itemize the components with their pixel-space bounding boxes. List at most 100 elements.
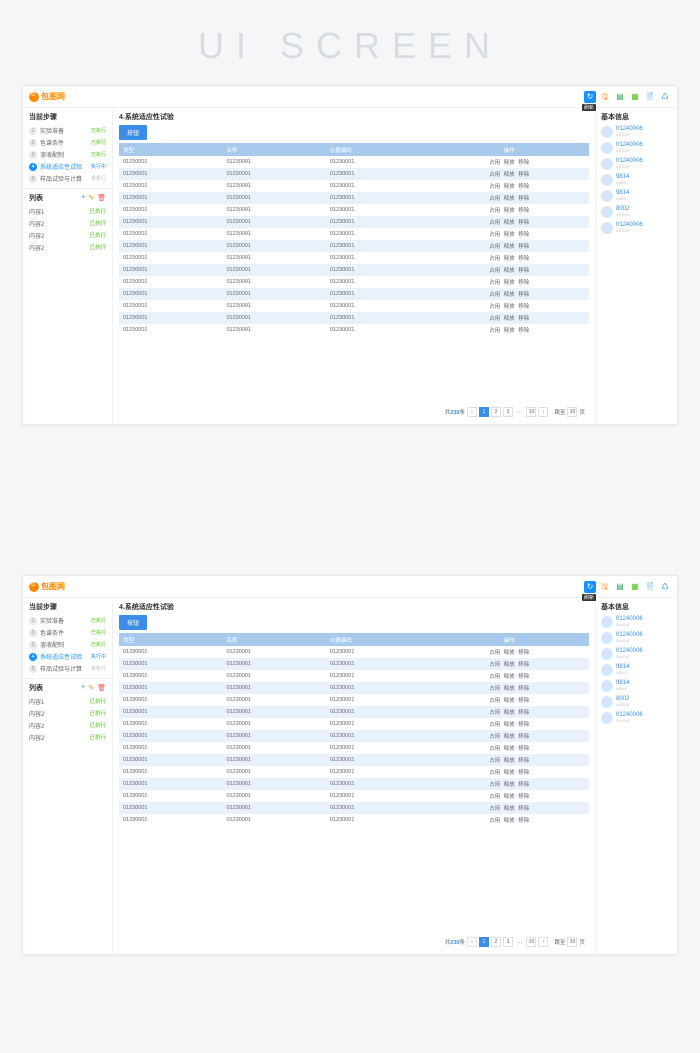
op-remove[interactable]: 移除: [518, 746, 529, 752]
op-release[interactable]: 释放: [504, 686, 515, 692]
op-remove[interactable]: 移除: [518, 782, 529, 788]
op-occupy[interactable]: 占用: [489, 770, 500, 776]
op-remove[interactable]: 移除: [518, 806, 529, 812]
op-remove[interactable]: 移除: [518, 328, 529, 334]
op-occupy[interactable]: 占用: [489, 160, 500, 166]
op-release[interactable]: 释放: [504, 758, 515, 764]
op-remove[interactable]: 移除: [518, 292, 529, 298]
op-remove[interactable]: 移除: [518, 662, 529, 668]
op-remove[interactable]: 移除: [518, 280, 529, 286]
doc-button[interactable]: ▦: [629, 91, 641, 103]
op-release[interactable]: 释放: [504, 328, 515, 334]
op-release[interactable]: 释放: [504, 782, 515, 788]
op-remove[interactable]: 移除: [518, 698, 529, 704]
primary-button[interactable]: 按钮: [119, 615, 147, 630]
op-occupy[interactable]: 占用: [489, 196, 500, 202]
op-occupy[interactable]: 占用: [489, 280, 500, 286]
op-occupy[interactable]: 占用: [489, 232, 500, 238]
step-item[interactable]: 1 实验准备 已执行: [29, 125, 106, 136]
op-occupy[interactable]: 占用: [489, 292, 500, 298]
doc-button[interactable]: ▦: [629, 581, 641, 593]
edit-icon[interactable]: ✎: [88, 194, 94, 202]
info-item[interactable]: 01240006 XXXXX: [601, 648, 672, 660]
op-occupy[interactable]: 占用: [489, 220, 500, 226]
op-release[interactable]: 释放: [504, 770, 515, 776]
op-remove[interactable]: 移除: [518, 316, 529, 322]
op-occupy[interactable]: 占用: [489, 686, 500, 692]
op-remove[interactable]: 移除: [518, 818, 529, 824]
op-occupy[interactable]: 占用: [489, 304, 500, 310]
op-occupy[interactable]: 占用: [489, 268, 500, 274]
op-remove[interactable]: 移除: [518, 710, 529, 716]
op-occupy[interactable]: 占用: [489, 734, 500, 740]
info-item[interactable]: 8002 XXXXX: [601, 696, 672, 708]
page-prev[interactable]: ‹: [467, 407, 477, 417]
op-remove[interactable]: 移除: [518, 650, 529, 656]
op-remove[interactable]: 移除: [518, 232, 529, 238]
op-release[interactable]: 释放: [504, 160, 515, 166]
op-occupy[interactable]: 占用: [489, 208, 500, 214]
op-release[interactable]: 释放: [504, 196, 515, 202]
op-release[interactable]: 释放: [504, 292, 515, 298]
op-occupy[interactable]: 占用: [489, 806, 500, 812]
page-last[interactable]: 10: [526, 407, 536, 417]
op-remove[interactable]: 移除: [518, 172, 529, 178]
step-item[interactable]: 4 系统适应性试验 执行中: [29, 651, 106, 662]
primary-button[interactable]: 按钮: [119, 125, 147, 140]
op-release[interactable]: 释放: [504, 280, 515, 286]
op-remove[interactable]: 移除: [518, 208, 529, 214]
op-remove[interactable]: 移除: [518, 184, 529, 190]
info-item[interactable]: 9814 XXXX: [601, 174, 672, 186]
page-2[interactable]: 2: [491, 407, 501, 417]
info-item[interactable]: 01240006 XXXXX: [601, 158, 672, 170]
info-item[interactable]: 8002 XXXXX: [601, 206, 672, 218]
op-remove[interactable]: 移除: [518, 734, 529, 740]
step-item[interactable]: 3 溶液配制 已执行: [29, 639, 106, 650]
op-remove[interactable]: 移除: [518, 304, 529, 310]
op-release[interactable]: 释放: [504, 818, 515, 824]
op-remove[interactable]: 移除: [518, 196, 529, 202]
info-item[interactable]: 01240006 XXXXX: [601, 222, 672, 234]
op-remove[interactable]: 移除: [518, 160, 529, 166]
file-button[interactable]: 🖹: [644, 581, 656, 593]
jump-input[interactable]: 10: [567, 937, 577, 947]
op-remove[interactable]: 移除: [518, 268, 529, 274]
list-item[interactable]: 内容2已执行: [29, 242, 106, 253]
op-remove[interactable]: 移除: [518, 256, 529, 262]
info-item[interactable]: 01240006 XXXXX: [601, 126, 672, 138]
op-release[interactable]: 释放: [504, 806, 515, 812]
op-occupy[interactable]: 占用: [489, 746, 500, 752]
op-occupy[interactable]: 占用: [489, 818, 500, 824]
op-occupy[interactable]: 占用: [489, 674, 500, 680]
recycle-button[interactable]: ♺: [659, 91, 671, 103]
op-release[interactable]: 释放: [504, 244, 515, 250]
list-item[interactable]: 内容2已执行: [29, 732, 106, 743]
list-item[interactable]: 内容1已执行: [29, 206, 106, 217]
op-release[interactable]: 释放: [504, 256, 515, 262]
op-remove[interactable]: 移除: [518, 220, 529, 226]
add-icon[interactable]: +: [81, 684, 85, 692]
op-remove[interactable]: 移除: [518, 244, 529, 250]
info-item[interactable]: 01240006 XXXXX: [601, 712, 672, 724]
add-icon[interactable]: +: [81, 194, 85, 202]
edit-icon[interactable]: ✎: [88, 684, 94, 692]
info-item[interactable]: 01240006 XXXXX: [601, 632, 672, 644]
op-release[interactable]: 释放: [504, 172, 515, 178]
op-release[interactable]: 释放: [504, 662, 515, 668]
save-button[interactable]: 🖫: [599, 91, 611, 103]
op-release[interactable]: 释放: [504, 674, 515, 680]
page-3[interactable]: 3: [503, 407, 513, 417]
list-item[interactable]: 内容2已执行: [29, 218, 106, 229]
page-3[interactable]: 3: [503, 937, 513, 947]
page-2[interactable]: 2: [491, 937, 501, 947]
op-release[interactable]: 释放: [504, 746, 515, 752]
op-release[interactable]: 释放: [504, 208, 515, 214]
op-release[interactable]: 释放: [504, 650, 515, 656]
check-button[interactable]: ▤: [614, 581, 626, 593]
op-occupy[interactable]: 占用: [489, 662, 500, 668]
op-release[interactable]: 释放: [504, 698, 515, 704]
recycle-button[interactable]: ♺: [659, 581, 671, 593]
step-item[interactable]: 5 样品试验与计算 未执行: [29, 173, 106, 184]
info-item[interactable]: 9814 XXXX: [601, 664, 672, 676]
delete-icon[interactable]: 🗑: [97, 194, 106, 202]
